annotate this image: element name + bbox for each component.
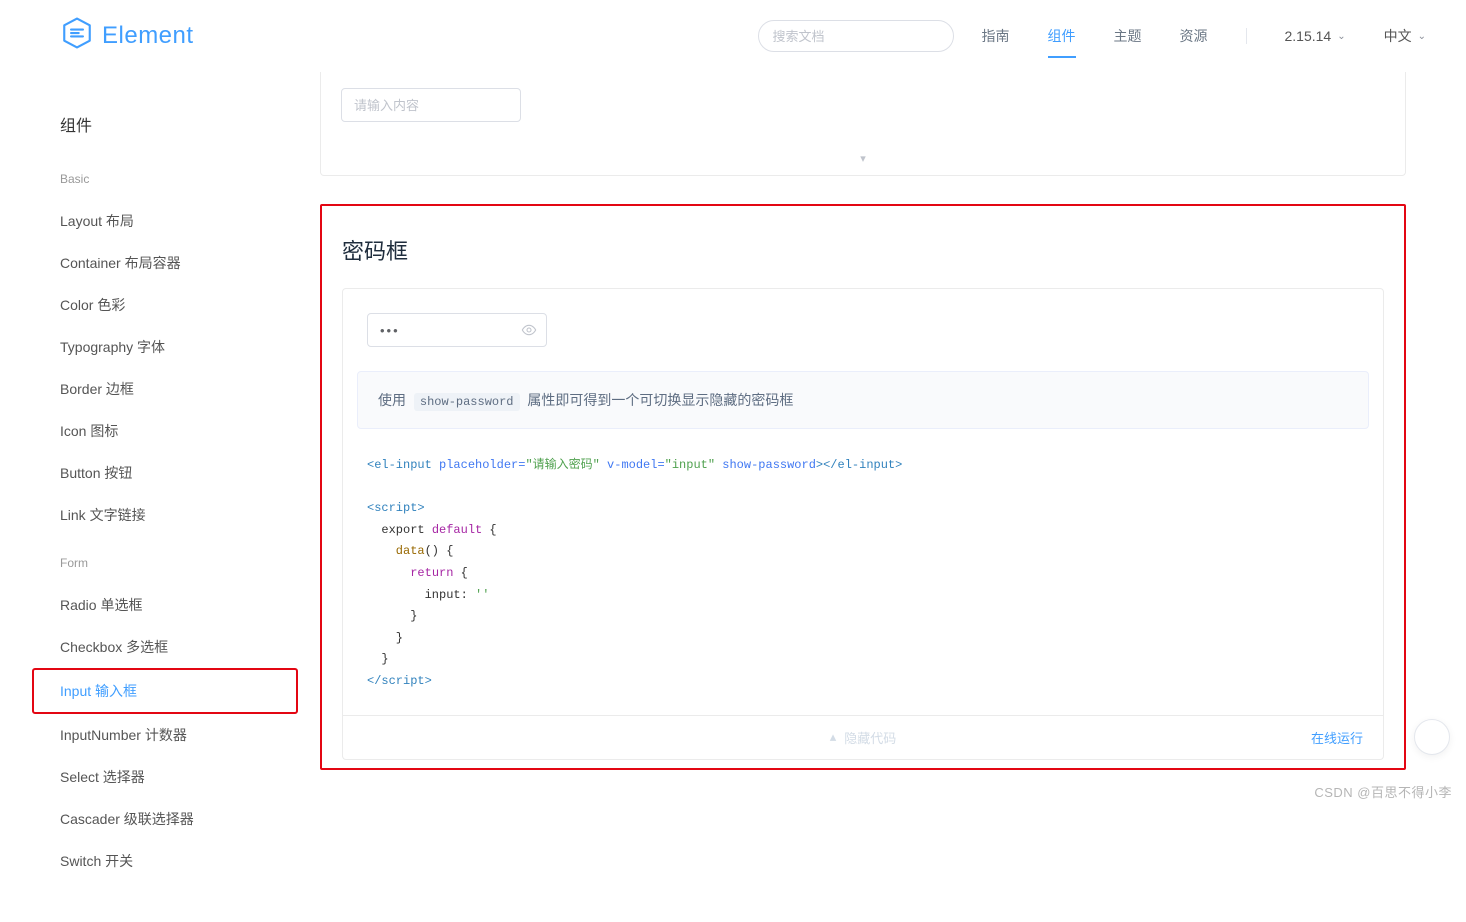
desc-pre: 使用 [378,392,406,408]
sidebar-item-layout[interactable]: Layout 布局 [60,200,300,242]
language-select[interactable]: 中文 ⌄ [1384,26,1426,46]
run-online-link[interactable]: 在线运行 [1311,728,1363,747]
version-select[interactable]: 2.15.14 ⌄ [1285,28,1346,44]
demo-footer: ▴ 隐藏代码 在线运行 [343,715,1383,759]
caret-down-icon: ▾ [860,153,866,165]
description-bar: 使用 show-password 属性即可得到一个可切换显示隐藏的密码框 [357,371,1369,429]
sidebar-title: 组件 [60,112,300,136]
chevron-down-icon: ⌄ [1337,31,1345,42]
brand-logo[interactable]: Element [60,16,194,57]
prev-demo-block: ▾ [320,72,1406,176]
sidebar-item-checkbox[interactable]: Checkbox 多选框 [60,626,300,668]
nav-component[interactable]: 组件 [1048,2,1076,70]
sidebar-item-switch[interactable]: Switch 开关 [60,840,300,882]
nav-guide[interactable]: 指南 [982,2,1010,70]
header: Element 指南 组件 主题 资源 2.15.14 ⌄ 中文 ⌄ [0,0,1466,72]
sidebar-item-input[interactable]: Input 输入框 [32,668,298,714]
password-input[interactable] [367,313,547,347]
nav-separator [1246,28,1247,44]
element-logo-icon [60,16,102,57]
float-button[interactable] [1414,719,1450,755]
sidebar-item-container[interactable]: Container 布局容器 [60,242,300,284]
desc-post: 属性即可得到一个可切换显示隐藏的密码框 [527,392,793,408]
sidebar-item-color[interactable]: Color 色彩 [60,284,300,326]
sidebar-group-basic: Basic [60,172,300,186]
sidebar-item-cascader[interactable]: Cascader 级联选择器 [60,798,300,840]
content: ▾ 密码框 [300,72,1466,922]
search-box[interactable] [758,20,954,52]
brand-text: Element [102,22,194,50]
caret-up-icon: ▴ [830,729,837,745]
nav-theme[interactable]: 主题 [1114,2,1142,70]
sidebar-item-select[interactable]: Select 选择器 [60,756,300,798]
password-section: 密码框 使用 show-passwor [320,204,1406,770]
search-input[interactable] [773,29,939,44]
section-title: 密码框 [342,234,1384,266]
sidebar-item-icon[interactable]: Icon 图标 [60,410,300,452]
sidebar-group-form: Form [60,556,300,570]
demo-area [343,289,1383,371]
nav-resource[interactable]: 资源 [1180,2,1208,70]
sidebar: 组件 Basic Layout 布局 Container 布局容器 Color … [0,72,300,922]
sidebar-item-radio[interactable]: Radio 单选框 [60,584,300,626]
eye-icon[interactable] [521,322,537,338]
sidebar-item-button[interactable]: Button 按钮 [60,452,300,494]
collapse-label: 隐藏代码 [844,728,896,747]
password-input-wrapper [367,313,547,347]
demo-text-input[interactable] [341,88,521,122]
sidebar-item-inputnumber[interactable]: InputNumber 计数器 [60,714,300,756]
chevron-down-icon: ⌄ [1418,31,1426,42]
top-nav: 指南 组件 主题 资源 2.15.14 ⌄ 中文 ⌄ [982,2,1427,70]
demo-box: 使用 show-password 属性即可得到一个可切换显示隐藏的密码框 <el… [342,288,1384,760]
collapse-toggle[interactable]: ▴ 隐藏代码 [343,728,1383,747]
sidebar-item-link[interactable]: Link 文字链接 [60,494,300,536]
expand-toggle[interactable]: ▾ [321,130,1405,165]
sidebar-item-border[interactable]: Border 边框 [60,368,300,410]
code-area: <el-input placeholder="请输入密码" v-model="i… [343,445,1383,715]
language-text: 中文 [1384,26,1412,46]
sidebar-item-typography[interactable]: Typography 字体 [60,326,300,368]
version-text: 2.15.14 [1285,28,1332,44]
desc-code-chip: show-password [414,393,520,411]
